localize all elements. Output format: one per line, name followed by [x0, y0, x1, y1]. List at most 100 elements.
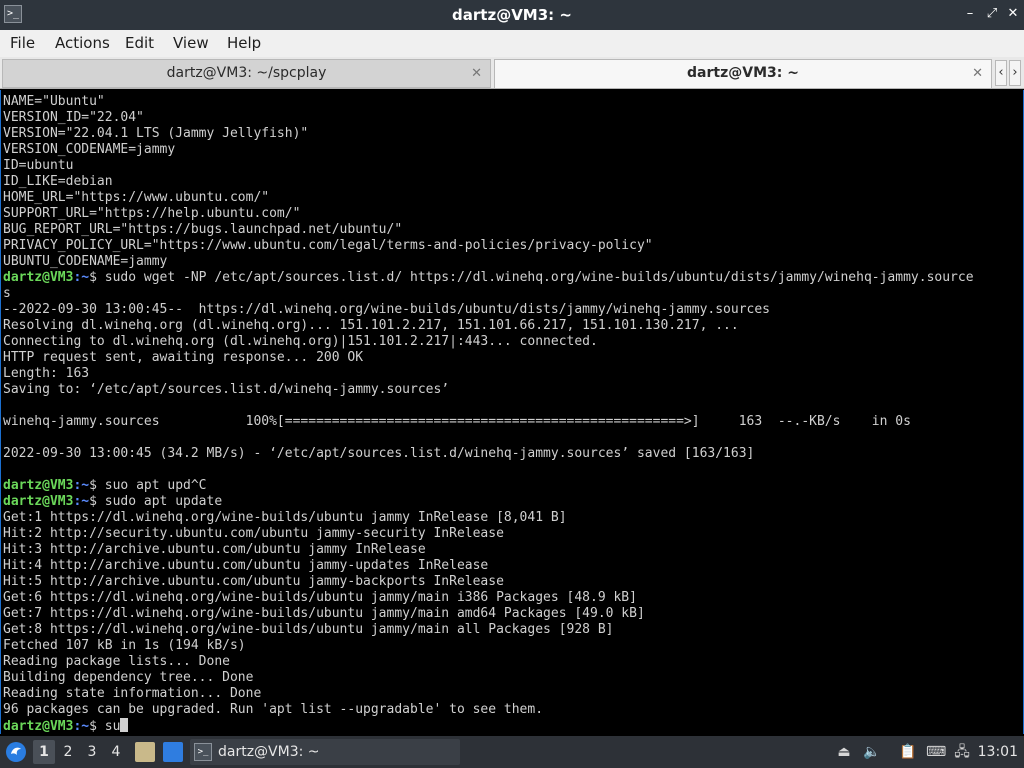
- terminal-line: ID_LIKE=debian: [3, 174, 974, 190]
- terminal-line: --2022-09-30 13:00:45-- https://dl.wineh…: [3, 302, 974, 318]
- maximize-button[interactable]: ⤢: [984, 6, 1000, 22]
- workspace-1[interactable]: 1: [33, 740, 55, 764]
- terminal-prompt-line: dartz@VM3:~$ sudo apt update: [3, 494, 974, 510]
- terminal-line: 2022-09-30 13:00:45 (34.2 MB/s) - ‘/etc/…: [3, 446, 974, 462]
- command-text: sudo wget -NP /etc/apt/sources.list.d/ h…: [104, 270, 974, 285]
- terminal-line: PRIVACY_POLICY_URL="https://www.ubuntu.c…: [3, 238, 974, 254]
- terminal-line: winehq-jammy.sources 100%[==============…: [3, 414, 974, 430]
- prompt-path: :~: [73, 478, 90, 493]
- terminal-line: HTTP request sent, awaiting response... …: [3, 350, 974, 366]
- output-text: HTTP request sent, awaiting response... …: [3, 350, 364, 365]
- output-text: Fetched 107 kB in 1s (194 kB/s): [3, 638, 246, 653]
- close-tab-icon[interactable]: ✕: [972, 60, 983, 87]
- menu-edit[interactable]: Edit: [121, 30, 158, 57]
- terminal-line: ID=ubuntu: [3, 158, 974, 174]
- minimize-button[interactable]: –: [962, 6, 978, 22]
- tab-next-button[interactable]: ›: [1009, 60, 1021, 86]
- prompt-symbol: $: [89, 270, 105, 285]
- menu-view[interactable]: View: [169, 30, 213, 57]
- prompt-user: dartz@VM3: [3, 719, 74, 734]
- output-text: 2022-09-30 13:00:45 (34.2 MB/s) - ‘/etc/…: [3, 446, 755, 461]
- taskbar-window-label: dartz@VM3: ~: [218, 744, 320, 760]
- terminal-line: s: [3, 286, 974, 302]
- file-manager-icon[interactable]: [135, 742, 155, 762]
- terminal-line: UBUNTU_CODENAME=jammy: [3, 254, 974, 270]
- terminal-line: Get:6 https://dl.winehq.org/wine-builds/…: [3, 590, 974, 606]
- upload-icon[interactable]: ⏏: [834, 742, 854, 762]
- terminal-line: Hit:4 http://archive.ubuntu.com/ubuntu j…: [3, 558, 974, 574]
- terminal-icon: >_: [194, 743, 212, 761]
- tab-prev-button[interactable]: ‹: [995, 60, 1007, 86]
- prompt-path: :~: [73, 494, 90, 509]
- tab-label: dartz@VM3: ~: [687, 65, 799, 81]
- terminal-line: Building dependency tree... Done: [3, 670, 974, 686]
- terminal-view[interactable]: NAME="Ubuntu" VERSION_ID="22.04" VERSION="…: [0, 90, 1024, 734]
- terminal-line: HOME_URL="https://www.ubuntu.com/": [3, 190, 974, 206]
- terminal-line: Connecting to dl.winehq.org (dl.winehq.o…: [3, 334, 974, 350]
- taskbar-window-terminal[interactable]: >_ dartz@VM3: ~: [190, 739, 460, 765]
- prompt-user: dartz@VM3: [3, 494, 74, 509]
- menu-file[interactable]: File: [6, 30, 39, 57]
- terminal-prompt-line: dartz@VM3:~$ su: [3, 718, 974, 734]
- output-text: VERSION_CODENAME=jammy: [3, 142, 176, 157]
- clipboard-icon[interactable]: 📋: [898, 742, 918, 762]
- terminal-line: VERSION="22.04.1 LTS (Jammy Jellyfish)": [3, 126, 974, 142]
- terminal-line: Get:8 https://dl.winehq.org/wine-builds/…: [3, 622, 974, 638]
- taskbar: 1 2 3 4 >_ dartz@VM3: ~ ⏏ 🔈 📋 ⌨ 🖧 13:01: [0, 736, 1024, 768]
- output-text: Reading package lists... Done: [3, 654, 230, 669]
- terminal-line: VERSION_ID="22.04": [3, 110, 974, 126]
- workspace-2[interactable]: 2: [57, 740, 79, 764]
- command-text: su: [104, 719, 121, 734]
- terminal-line: Fetched 107 kB in 1s (194 kB/s): [3, 638, 974, 654]
- output-text: Get:8 https://dl.winehq.org/wine-builds/…: [3, 622, 614, 637]
- output-text: Length: 163: [3, 366, 90, 381]
- window-title: dartz@VM3: ~: [452, 6, 572, 24]
- output-text: winehq-jammy.sources 100%[==============…: [3, 414, 911, 429]
- start-menu-icon[interactable]: [4, 740, 28, 764]
- terminal-line: 96 packages can be upgraded. Run 'apt li…: [3, 702, 974, 718]
- output-text: Get:1 https://dl.winehq.org/wine-builds/…: [3, 510, 567, 525]
- output-text: NAME="Ubuntu": [3, 94, 105, 109]
- network-icon[interactable]: 🖧: [952, 742, 972, 762]
- terminal-line: Hit:3 http://archive.ubuntu.com/ubuntu j…: [3, 542, 974, 558]
- volume-icon[interactable]: 🔈: [862, 742, 882, 762]
- prompt-user: dartz@VM3: [3, 270, 74, 285]
- menu-help[interactable]: Help: [223, 30, 265, 57]
- terminal-line: Get:7 https://dl.winehq.org/wine-builds/…: [3, 606, 974, 622]
- menu-bar: File Actions Edit View Help: [0, 30, 1024, 57]
- menu-actions[interactable]: Actions: [51, 30, 114, 57]
- terminal-prompt-line: dartz@VM3:~$ suo apt upd^C: [3, 478, 974, 494]
- prompt-path: :~: [73, 270, 90, 285]
- output-text: s: [3, 286, 11, 301]
- output-text: VERSION="22.04.1 LTS (Jammy Jellyfish)": [3, 126, 309, 141]
- prompt-symbol: $: [89, 494, 105, 509]
- output-text: ID=ubuntu: [3, 158, 74, 173]
- close-window-button[interactable]: ✕: [1005, 6, 1021, 22]
- output-text: HOME_URL="https://www.ubuntu.com/": [3, 190, 270, 205]
- command-text: suo apt upd^C: [104, 478, 207, 493]
- output-text: Saving to: ‘/etc/apt/sources.list.d/wine…: [3, 382, 450, 397]
- terminal-line: SUPPORT_URL="https://help.ubuntu.com/": [3, 206, 974, 222]
- clock[interactable]: 13:01: [978, 736, 1018, 768]
- tab-spcplay[interactable]: dartz@VM3: ~/spcplay ✕: [2, 59, 491, 88]
- workspace-4[interactable]: 4: [105, 740, 127, 764]
- output-text: Hit:4 http://archive.ubuntu.com/ubuntu j…: [3, 558, 489, 573]
- output-text: BUG_REPORT_URL="https://bugs.launchpad.n…: [3, 222, 403, 237]
- terminal-line: Length: 163: [3, 366, 974, 382]
- terminal-line: Reading package lists... Done: [3, 654, 974, 670]
- keyboard-icon[interactable]: ⌨: [926, 742, 946, 762]
- prompt-path: :~: [73, 719, 90, 734]
- terminal-line: Hit:2 http://security.ubuntu.com/ubuntu …: [3, 526, 974, 542]
- output-text: Hit:2 http://security.ubuntu.com/ubuntu …: [3, 526, 504, 541]
- workspace-3[interactable]: 3: [81, 740, 103, 764]
- tab-home[interactable]: dartz@VM3: ~ ✕: [494, 59, 992, 88]
- prompt-symbol: $: [89, 719, 105, 734]
- show-desktop-icon[interactable]: [163, 742, 183, 762]
- close-tab-icon[interactable]: ✕: [471, 60, 482, 87]
- output-text: SUPPORT_URL="https://help.ubuntu.com/": [3, 206, 301, 221]
- output-text: PRIVACY_POLICY_URL="https://www.ubuntu.c…: [3, 238, 653, 253]
- terminal-line: Hit:5 http://archive.ubuntu.com/ubuntu j…: [3, 574, 974, 590]
